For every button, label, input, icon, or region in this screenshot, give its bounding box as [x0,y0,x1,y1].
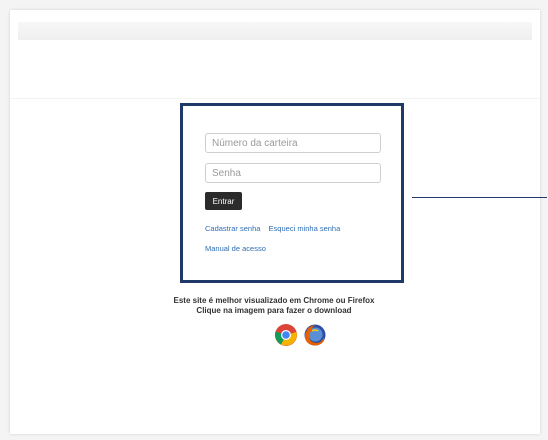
card-number-input[interactable] [205,133,381,153]
password-input[interactable] [205,163,381,183]
register-password-link[interactable]: Cadastrar senha [205,224,260,233]
firefox-icon[interactable] [303,323,327,347]
notice-line-1: Este site é melhor visualizado em Chrome… [173,296,375,305]
access-manual-link[interactable]: Manual de acesso [205,244,266,253]
forgot-password-link[interactable]: Esqueci minha senha [269,224,341,233]
divider [10,98,540,99]
header-bar [18,22,532,40]
login-links: Cadastrar senha Esqueci minha senha [205,224,346,233]
submit-button[interactable]: Entrar [205,192,242,210]
manual-links: Manual de acesso [205,244,272,253]
notice-line-2: Clique na imagem para fazer o download [196,306,352,315]
login-box: Entrar Cadastrar senha Esqueci minha sen… [180,103,404,283]
browser-notice: Este site é melhor visualizado em Chrome… [0,296,548,316]
callout-line [412,197,547,198]
chrome-icon[interactable] [274,323,298,347]
browser-downloads [274,323,327,347]
